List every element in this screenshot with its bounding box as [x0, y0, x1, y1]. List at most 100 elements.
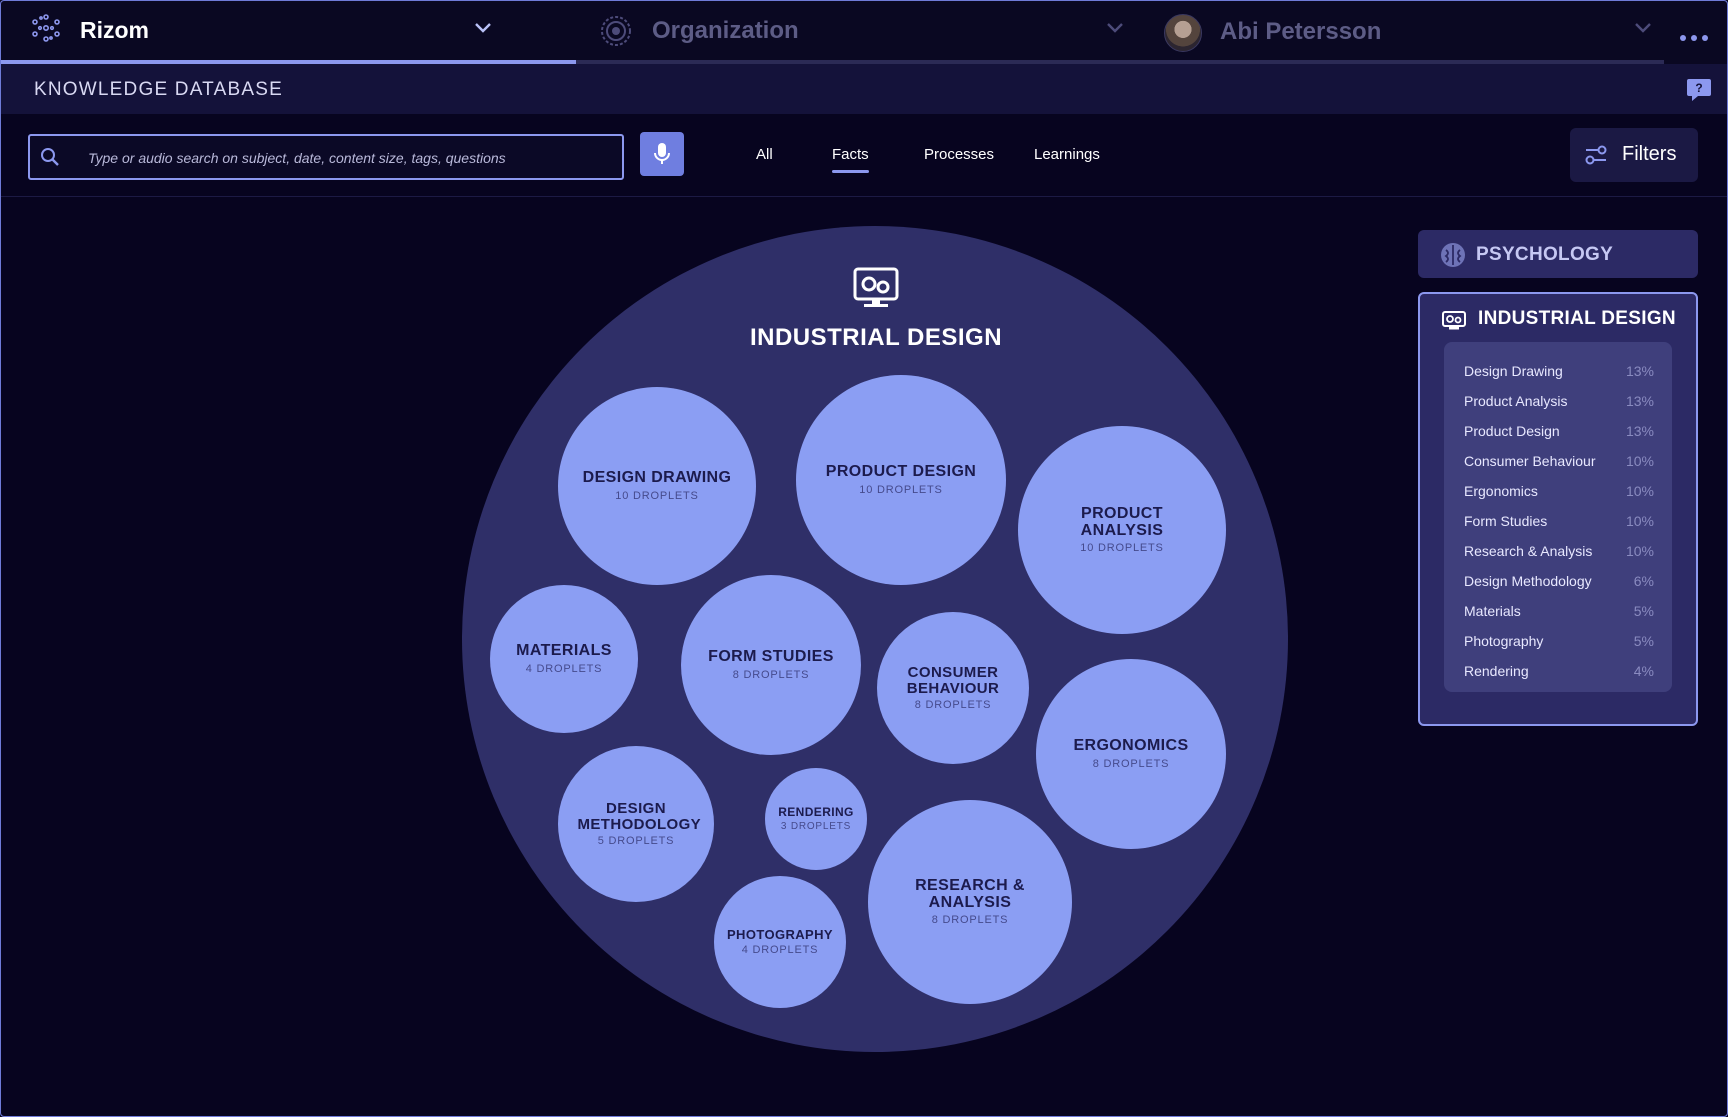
organization-name: Organization — [652, 17, 799, 44]
breakdown-name: Materials — [1464, 603, 1521, 619]
breakdown-row[interactable]: Materials 5% — [1464, 603, 1654, 619]
bubble-photography[interactable]: PHOTOGRAPHY 4 DROPLETS — [714, 876, 846, 1008]
breakdown-name: Design Drawing — [1464, 363, 1563, 379]
category-label: PSYCHOLOGY — [1476, 244, 1614, 265]
breakdown-row[interactable]: Form Studies 10% — [1464, 513, 1654, 529]
bubble-form-studies[interactable]: FORM STUDIES 8 DROPLETS — [681, 575, 861, 755]
tab-all[interactable]: All — [756, 146, 773, 163]
breakdown-row[interactable]: Product Analysis 13% — [1464, 393, 1654, 409]
search-toolbar: All Facts Processes Learnings Filters — [0, 114, 1728, 197]
bubble-research-analysis[interactable]: RESEARCH & ANALYSIS 8 DROPLETS — [868, 800, 1072, 1004]
category-card-psychology[interactable]: PSYCHOLOGY — [1418, 230, 1698, 278]
brand-name: Rizom — [80, 17, 149, 43]
breakdown-row[interactable]: Product Design 13% — [1464, 423, 1654, 439]
tab-processes[interactable]: Processes — [924, 146, 994, 163]
breakdown-name: Product Design — [1464, 423, 1560, 439]
breakdown-percent: 5% — [1633, 633, 1654, 649]
breakdown-percent: 13% — [1625, 363, 1654, 379]
bubble-label: PRODUCT DESIGN — [825, 463, 977, 481]
breakdown-percent: 10% — [1625, 543, 1654, 559]
bubble-label: RESEARCH & ANALYSIS — [915, 876, 1025, 911]
brain-icon — [1441, 243, 1465, 267]
workspace-switcher[interactable]: Rizom — [0, 0, 576, 64]
tab-learnings[interactable]: Learnings — [1034, 146, 1100, 163]
bubble-ergonomics[interactable]: ERGONOMICS 8 DROPLETS — [1036, 659, 1226, 849]
bubble-label: CONSUMER BEHAVIOUR — [906, 663, 1000, 697]
bubble-count: 8 DROPLETS — [914, 699, 992, 712]
bubble-count: 4 DROPLETS — [741, 944, 819, 957]
bubble-label: RENDERING — [778, 804, 854, 819]
voice-search-button[interactable] — [640, 132, 684, 176]
bubble-rendering[interactable]: RENDERING 3 DROPLETS — [765, 768, 867, 870]
category-title: INDUSTRIAL DESIGN — [749, 324, 1003, 351]
filters-label: Filters — [1622, 143, 1677, 165]
rizom-logo-icon — [32, 14, 60, 42]
subcategory-breakdown-list: Design Drawing 13% Product Analysis 13% Prod… — [1444, 342, 1672, 692]
bubble-count: 5 DROPLETS — [597, 835, 675, 848]
filters-button[interactable]: Filters — [1570, 128, 1698, 182]
breakdown-percent: 6% — [1633, 573, 1654, 589]
breakdown-name: Consumer Behaviour — [1464, 453, 1596, 469]
bubble-count: 3 DROPLETS — [780, 821, 852, 833]
breakdown-row[interactable]: Photography 5% — [1464, 633, 1654, 649]
bubble-count: 10 DROPLETS — [1080, 542, 1164, 555]
breakdown-row[interactable]: Design Drawing 13% — [1464, 363, 1654, 379]
bubble-consumer-behaviour[interactable]: CONSUMER BEHAVIOUR 8 DROPLETS — [877, 612, 1029, 764]
design-gear-icon — [1442, 311, 1466, 330]
breakdown-row[interactable]: Research & Analysis 10% — [1464, 543, 1654, 559]
user-switcher[interactable]: Abi Petersson — [1140, 0, 1664, 64]
bubble-label: MATERIALS — [516, 642, 612, 660]
microphone-icon — [654, 143, 670, 164]
category-card-industrial-design[interactable]: INDUSTRIAL DESIGN Design Drawing 13% Produ… — [1418, 292, 1698, 726]
breakdown-name: Design Methodology — [1464, 573, 1592, 589]
bubble-count: 8 DROPLETS — [931, 914, 1009, 927]
breakdown-name: Photography — [1464, 633, 1544, 649]
bubble-label: FORM STUDIES — [708, 648, 834, 666]
breakdown-row[interactable]: Rendering 4% — [1464, 663, 1654, 679]
bubble-label: PRODUCT ANALYSIS — [1080, 504, 1164, 539]
bubble-materials[interactable]: MATERIALS 4 DROPLETS — [490, 585, 638, 733]
search-input[interactable] — [86, 136, 610, 180]
bubble-count: 10 DROPLETS — [859, 483, 943, 496]
page-header: KNOWLEDGE DATABASE ? — [0, 64, 1728, 114]
breakdown-percent: 5% — [1633, 603, 1654, 619]
search-box — [28, 134, 624, 180]
breakdown-name: Research & Analysis — [1464, 543, 1593, 559]
breakdown-row[interactable]: Design Methodology 6% — [1464, 573, 1654, 589]
organization-switcher[interactable]: Organization — [576, 0, 1140, 64]
breakdown-row[interactable]: Consumer Behaviour 10% — [1464, 453, 1654, 469]
breakdown-row[interactable]: Ergonomics 10% — [1464, 483, 1654, 499]
tab-facts[interactable]: Facts — [832, 146, 869, 173]
bubble-count: 10 DROPLETS — [615, 489, 699, 502]
breakdown-name: Rendering — [1464, 663, 1529, 679]
bubble-label: ERGONOMICS — [1073, 737, 1189, 755]
chevron-down-icon[interactable] — [1106, 22, 1124, 34]
breakdown-name: Ergonomics — [1464, 483, 1538, 499]
bubble-product-design[interactable]: PRODUCT DESIGN 10 DROPLETS — [796, 375, 1006, 585]
chevron-down-icon[interactable] — [474, 22, 492, 34]
bubble-label: DESIGN DRAWING — [582, 469, 732, 487]
bubble-label: DESIGN METHODOLOGY — [577, 799, 702, 833]
bubble-design-drawing[interactable]: DESIGN DRAWING 10 DROPLETS — [558, 387, 756, 585]
filters-sliders-icon — [1585, 145, 1607, 165]
breakdown-name: Form Studies — [1464, 513, 1548, 529]
bubble-product-analysis[interactable]: PRODUCT ANALYSIS 10 DROPLETS — [1018, 426, 1226, 634]
category-label: INDUSTRIAL DESIGN — [1478, 308, 1676, 329]
bubble-count: 8 DROPLETS — [732, 668, 810, 681]
page-title: KNOWLEDGE DATABASE — [34, 79, 283, 100]
search-icon — [41, 148, 59, 166]
breakdown-name: Product Analysis — [1464, 393, 1568, 409]
breakdown-percent: 10% — [1625, 453, 1654, 469]
chevron-down-icon[interactable] — [1634, 22, 1652, 34]
more-menu-button[interactable] — [1664, 0, 1728, 64]
breakdown-percent: 13% — [1625, 423, 1654, 439]
bubble-label: PHOTOGRAPHY — [726, 926, 833, 942]
bubble-count: 4 DROPLETS — [525, 662, 603, 675]
breakdown-percent: 10% — [1625, 483, 1654, 499]
breakdown-percent: 4% — [1633, 663, 1654, 679]
breakdown-percent: 13% — [1625, 393, 1654, 409]
bubble-design-methodology[interactable]: DESIGN METHODOLOGY 5 DROPLETS — [558, 746, 714, 902]
organization-target-icon — [601, 16, 631, 46]
help-icon[interactable]: ? — [1686, 78, 1712, 102]
breakdown-percent: 10% — [1625, 513, 1654, 529]
